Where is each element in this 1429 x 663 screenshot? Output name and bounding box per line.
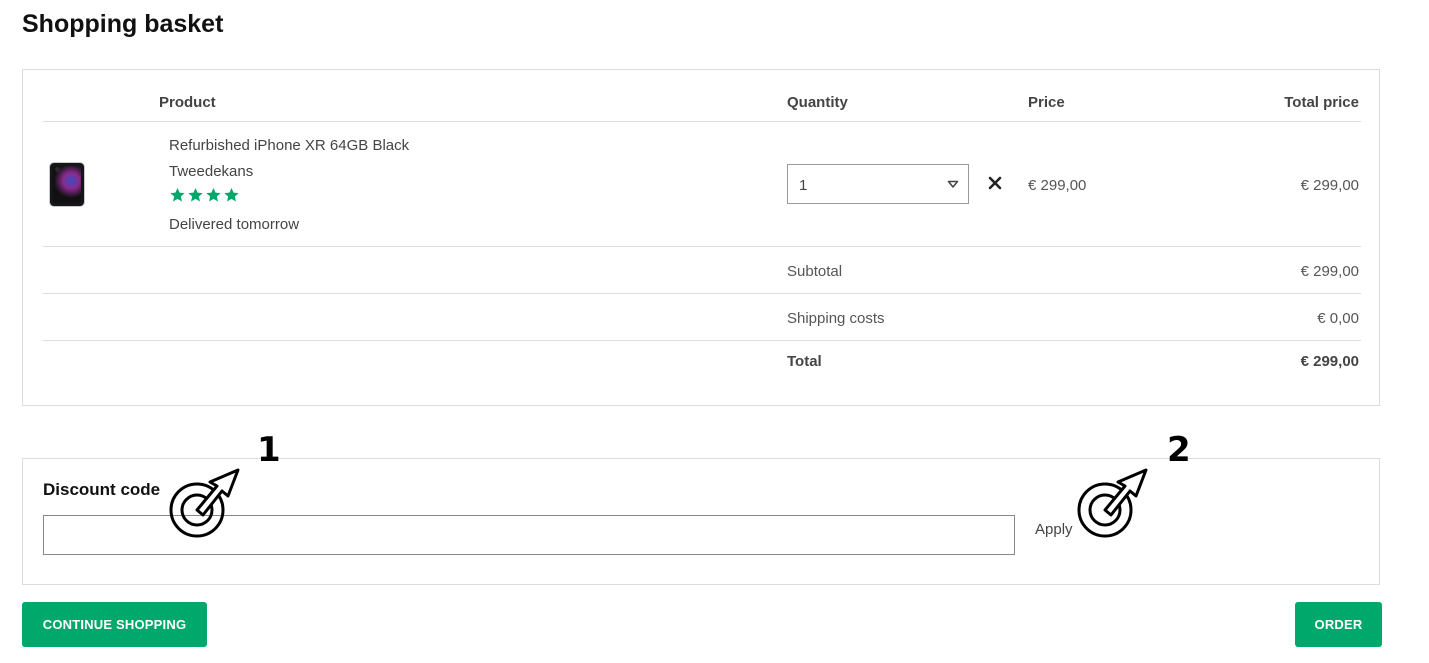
star-icon	[188, 188, 203, 202]
product-name[interactable]: Refurbished iPhone XR 64GB Black	[169, 137, 409, 154]
header-divider	[43, 121, 1361, 122]
page-title: Shopping basket	[22, 10, 224, 38]
order-button[interactable]: ORDER	[1295, 602, 1382, 647]
delivery-info: Delivered tomorrow	[169, 216, 300, 233]
total-label: Total	[787, 353, 822, 370]
quantity-value: 1	[799, 177, 808, 194]
header-quantity: Quantity	[787, 94, 848, 111]
rating-stars	[169, 187, 243, 203]
subtotal-label: Subtotal	[787, 263, 843, 280]
continue-shopping-button[interactable]: CONTINUE SHOPPING	[22, 602, 207, 647]
phone-product-image[interactable]	[50, 163, 84, 206]
shipping-divider	[43, 340, 1361, 341]
subtotal-value: € 299,00	[1300, 263, 1359, 280]
subtotal-divider	[43, 293, 1361, 294]
shipping-value: € 0,00	[1317, 310, 1359, 327]
star-icon	[206, 188, 221, 202]
star-icon	[170, 188, 185, 202]
discount-label: Discount code	[43, 480, 161, 499]
close-icon[interactable]	[987, 175, 1003, 191]
chevron-down-icon	[947, 180, 959, 188]
item-price: € 299,00	[1028, 177, 1087, 194]
header-price: Price	[1028, 94, 1065, 111]
apply-button[interactable]: Apply	[1035, 521, 1073, 538]
item-total-price: € 299,00	[1300, 177, 1359, 194]
star-icon	[224, 188, 239, 202]
target-pointer-icon	[169, 468, 240, 538]
total-value: € 299,00	[1300, 353, 1359, 370]
shipping-label: Shipping costs	[787, 310, 885, 327]
header-product: Product	[159, 94, 216, 111]
target-pointer-icon	[1077, 468, 1148, 538]
quantity-select[interactable]: 1	[787, 164, 969, 204]
header-total-price: Total price	[1284, 94, 1359, 111]
product-seller: Tweedekans	[169, 163, 254, 180]
basket-panel: Product Quantity Price Total price Refur…	[22, 69, 1380, 406]
item-divider	[43, 246, 1361, 247]
